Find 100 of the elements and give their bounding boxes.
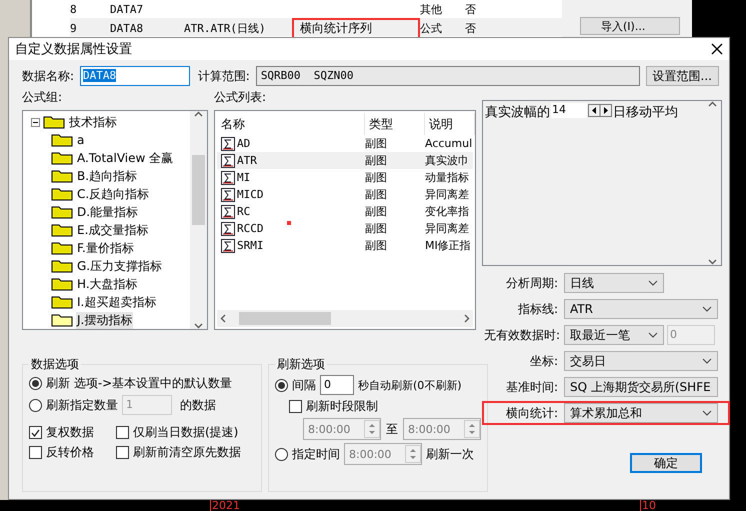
formula-icon	[221, 136, 235, 150]
list-cell-text: MI修正指	[425, 238, 472, 253]
list-cell-text: 副图	[365, 136, 388, 151]
checkbox-label: 仅刷当日数据(提速)	[133, 424, 238, 441]
time-input[interactable]: 8:00:00	[403, 418, 481, 440]
dropdown[interactable]: SQ 上海期货交易所(SHFE	[564, 377, 718, 397]
radio-label: 刷新指定数量	[46, 396, 118, 414]
column-header[interactable]: 说明	[425, 113, 475, 135]
table-cell-text: DATA8	[110, 22, 144, 35]
table-cell-text: 其他	[420, 2, 443, 16]
list-cell-text: 副图	[365, 187, 388, 202]
list-item[interactable]: MI	[237, 171, 250, 184]
tree-item[interactable]: 技术指标	[68, 114, 118, 130]
folder-icon	[51, 187, 73, 201]
table-cell-text: 8	[70, 2, 78, 16]
radio-button[interactable]	[275, 448, 288, 460]
formula-icon	[221, 188, 235, 202]
tree-item[interactable]: A.TotalView 全赢	[76, 150, 174, 166]
scroll-thumb[interactable]	[239, 312, 331, 325]
field-label: 无有效数据时:	[484, 326, 562, 344]
radio-suffix: 刷新一次	[426, 446, 474, 462]
dropdown[interactable]: ATR	[564, 299, 718, 319]
scrollbar[interactable]	[217, 310, 473, 327]
radio-button[interactable]	[275, 378, 288, 392]
table-cell-text: 9	[70, 22, 78, 35]
checkbox[interactable]	[116, 426, 129, 439]
list-item[interactable]: RC	[237, 205, 250, 218]
tree-item[interactable]: a	[76, 133, 86, 147]
list-item[interactable]: SRMI	[237, 239, 264, 252]
column-header[interactable]: 名称	[217, 113, 365, 135]
folder-icon	[43, 115, 65, 129]
folder-icon	[51, 259, 73, 273]
checkbox[interactable]	[29, 426, 42, 439]
folder-icon	[51, 169, 73, 183]
scroll-left-icon[interactable]	[220, 314, 226, 323]
scrollbar[interactable]	[190, 111, 207, 329]
parameter-input[interactable]: 14	[551, 103, 587, 118]
range-separator: 至	[386, 420, 398, 438]
checkbox[interactable]	[289, 400, 302, 413]
list-cell-text: 副图	[365, 238, 388, 253]
scroll-down-icon[interactable]	[708, 259, 717, 265]
radio-button[interactable]	[29, 377, 42, 390]
dropdown[interactable]: 交易日	[564, 351, 718, 371]
tree-item[interactable]: F.量价指标	[76, 240, 135, 256]
formula-icon	[221, 204, 235, 218]
tree-item[interactable]: G.压力支撑指标	[76, 258, 164, 274]
dropdown[interactable]: 算术累加总和	[564, 403, 718, 423]
radio-label: 间隔	[292, 376, 316, 394]
list-item[interactable]: AD	[237, 137, 250, 150]
radio-button[interactable]	[29, 398, 42, 412]
tree-item[interactable]: I.超买超卖指标	[76, 294, 158, 310]
description-text: 日移动平均	[613, 104, 678, 121]
dropdown-caret-icon	[702, 410, 712, 416]
formula-icon	[221, 222, 235, 236]
column-header[interactable]: 类型	[365, 113, 425, 135]
formula-icon	[221, 154, 235, 168]
field-label: 数据名称:	[22, 68, 74, 84]
interval-input[interactable]: 0	[320, 375, 354, 395]
set-range-button[interactable]: 设置范围...	[646, 66, 719, 86]
list-item[interactable]: ATR	[237, 154, 257, 167]
time-input[interactable]: 8:00:00	[303, 418, 381, 440]
tree-item[interactable]: J.摆动指标	[76, 312, 134, 328]
radio-suffix: 秒自动刷新(0不刷新)	[358, 378, 462, 392]
tree-item[interactable]: H.大盘指标	[76, 276, 139, 292]
panel-label: 公式列表:	[214, 90, 268, 104]
collapse-icon[interactable]	[31, 118, 40, 126]
field-label: 坐标:	[528, 352, 559, 370]
scroll-up-icon[interactable]	[708, 101, 717, 107]
scroll-up-icon[interactable]	[194, 111, 203, 117]
description-text: 真实波幅的	[485, 104, 550, 121]
dropdown[interactable]: 日线	[564, 273, 664, 293]
checkbox[interactable]	[29, 446, 42, 459]
folder-icon	[51, 223, 73, 237]
radio-suffix: 的数据	[180, 396, 216, 414]
range-field[interactable]: SQRB00 SQZN00	[256, 66, 640, 86]
time-input[interactable]: 8:00:00	[344, 443, 422, 465]
list-item[interactable]: RCCD	[237, 222, 264, 235]
tree-item[interactable]: B.趋向指标	[76, 168, 138, 184]
tree-item[interactable]: E.成交量指标	[76, 222, 150, 238]
formula-icon	[221, 238, 235, 252]
dropdown-caret-icon	[702, 306, 712, 312]
dropdown[interactable]: 取最近一笔	[564, 325, 664, 345]
scroll-thumb[interactable]	[192, 155, 205, 225]
import-button[interactable]: 导入(I)...	[580, 17, 680, 35]
close-icon[interactable]	[711, 43, 723, 55]
scroll-down-icon[interactable]	[194, 323, 203, 329]
table-cell-text: 否	[465, 21, 477, 36]
scroll-right-icon[interactable]	[464, 314, 470, 323]
list-cell-text: Accumul	[425, 137, 474, 150]
folder-icon	[51, 277, 73, 291]
list-item[interactable]: MICD	[237, 188, 264, 201]
ok-button[interactable]: 确定	[630, 453, 702, 473]
checkbox[interactable]	[116, 446, 129, 459]
folder-icon	[51, 133, 73, 147]
folder-icon	[51, 241, 73, 255]
tree-item[interactable]: C.反趋向指标	[76, 186, 150, 202]
name-input[interactable]: DATA8	[80, 66, 190, 86]
radio-label: 指定时间	[292, 446, 340, 462]
checkbox-label: 刷新时段限制	[306, 398, 378, 415]
tree-item[interactable]: D.能量指标	[76, 204, 140, 220]
